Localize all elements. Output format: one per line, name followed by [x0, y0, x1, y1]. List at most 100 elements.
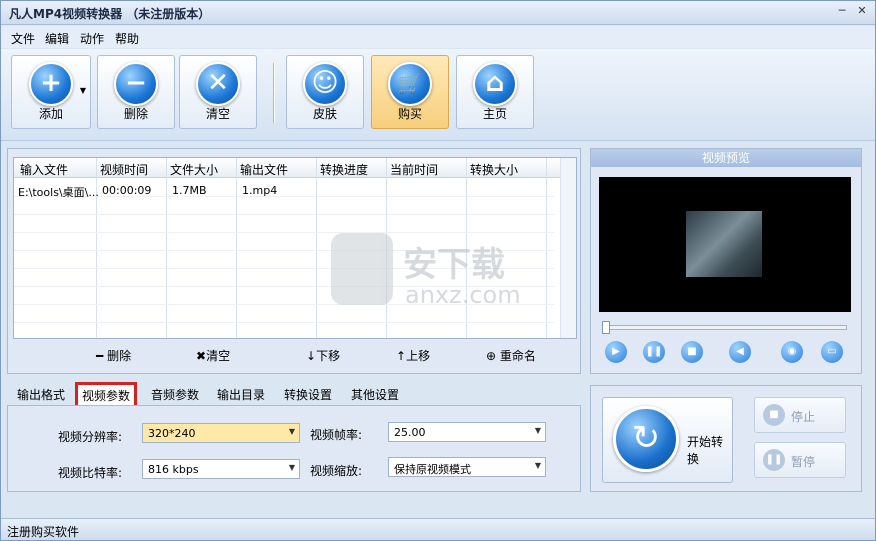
title-bar: 凡人MP4视频转换器 （未注册版本） ─ ✕	[1, 1, 875, 25]
move-down-label: 下移	[316, 349, 341, 363]
stop-icon: ■	[763, 404, 785, 426]
start-convert-button[interactable]: ↻ 开始转换	[602, 397, 733, 483]
skin-label: 皮肤	[312, 107, 337, 121]
stop-button[interactable]: ■ 停止	[754, 397, 846, 433]
menu-file[interactable]: 文件	[11, 30, 35, 47]
pause-icon[interactable]: ❚❚	[643, 341, 665, 363]
row-file-size: 1.7MB	[172, 184, 207, 197]
cart-icon: 🛒	[388, 62, 432, 106]
resolution-select[interactable]: 320*240 ▼	[142, 423, 300, 443]
col-current-time[interactable]: 当前时间	[390, 161, 438, 178]
delete-button[interactable]: − 删除	[97, 55, 175, 129]
home-icon: ⌂	[473, 62, 517, 106]
col-convert-size[interactable]: 转换大小	[470, 161, 518, 178]
scale-value: 保持原视频模式	[394, 463, 471, 476]
add-button[interactable]: + 添加 ▼	[11, 55, 91, 129]
watermark-logo-icon	[331, 233, 393, 305]
chevron-down-icon: ▼	[288, 427, 295, 436]
x-icon: ✕	[196, 62, 240, 106]
row-duration: 00:00:09	[102, 184, 152, 197]
preview-screen	[599, 177, 851, 312]
row-input-file: E:\tools\桌面\...	[18, 186, 99, 199]
move-up-label: 上移	[406, 349, 431, 363]
menu-help[interactable]: 帮助	[115, 30, 139, 47]
watermark: 安下载 anxz.com	[331, 233, 551, 313]
menu-action[interactable]: 动作	[80, 30, 104, 47]
start-convert-label: 开始转换	[687, 435, 724, 466]
scrollbar[interactable]	[560, 158, 576, 338]
list-remove-button[interactable]: ━ 删除	[96, 347, 131, 364]
chevron-down-icon: ▼	[534, 426, 541, 435]
home-button[interactable]: ⌂ 主页	[456, 55, 534, 129]
status-bar: 注册购买软件	[1, 518, 875, 540]
watermark-text: 安下载	[403, 245, 505, 285]
tab-audio-params[interactable]: 音频参数	[151, 386, 199, 403]
preview-title: 视频预览	[591, 149, 861, 167]
close-button[interactable]: ✕	[853, 4, 871, 20]
settings-tabs: 输出格式 视频参数 音频参数 输出目录 转换设置 其他设置	[7, 381, 581, 409]
status-text[interactable]: 注册购买软件	[7, 523, 79, 540]
bitrate-select[interactable]: 816 kbps ▼	[142, 459, 300, 479]
video-params-panel: 视频分辨率: 320*240 ▼ 视频帧率: 25.00 ▼ 视频比特率: 81…	[7, 405, 581, 492]
snapshot-icon[interactable]: ◉	[781, 341, 803, 363]
arrow-down-icon: ↓	[306, 349, 317, 363]
bitrate-label: 视频比特率:	[58, 466, 123, 480]
convert-arrow-icon: ↻	[613, 406, 679, 472]
chevron-down-icon: ▼	[534, 461, 541, 470]
play-icon[interactable]: ▶	[605, 341, 627, 363]
file-list-header: 输入文件 视频时间 文件大小 输出文件 转换进度 当前时间 转换大小	[14, 158, 576, 178]
col-input-file[interactable]: 输入文件	[20, 161, 68, 178]
col-file-size[interactable]: 文件大小	[170, 161, 218, 178]
minimize-button[interactable]: ─	[833, 4, 851, 20]
home-label: 主页	[482, 107, 507, 121]
rename-button[interactable]: ⊕ 重命名	[486, 347, 536, 364]
folder-icon[interactable]: ▭	[821, 341, 843, 363]
watermark-url: anxz.com	[405, 281, 521, 309]
tab-other-settings[interactable]: 其他设置	[351, 386, 399, 403]
tab-output-dir[interactable]: 输出目录	[217, 386, 265, 403]
delete-label: 删除	[123, 107, 148, 121]
buy-button[interactable]: 🛒 购买	[371, 55, 449, 129]
rename-icon: ⊕	[486, 349, 497, 363]
col-output-file[interactable]: 输出文件	[240, 161, 288, 178]
rename-label: 重命名	[499, 349, 536, 363]
list-clear-label: 清空	[206, 349, 231, 363]
stop-icon[interactable]: ■	[681, 341, 703, 363]
minus-icon: −	[114, 62, 158, 106]
framerate-select[interactable]: 25.00 ▼	[388, 422, 546, 442]
menu-edit[interactable]: 编辑	[45, 30, 69, 47]
seek-handle[interactable]	[602, 321, 610, 334]
buy-label: 购买	[397, 107, 422, 121]
volume-icon[interactable]: ◀	[729, 341, 751, 363]
plus-icon: +	[29, 62, 73, 106]
framerate-value: 25.00	[394, 426, 426, 439]
move-down-button[interactable]: ↓下移	[306, 347, 340, 364]
tab-output-format[interactable]: 输出格式	[17, 386, 65, 403]
main-window: 凡人MP4视频转换器 （未注册版本） ─ ✕ 文件 编辑 动作 帮助 + 添加 …	[0, 0, 876, 541]
convert-panel: ↻ 开始转换 ■ 停止 ❚❚ 暂停	[590, 385, 862, 492]
resolution-value: 320*240	[148, 427, 196, 440]
pause-label: 暂停	[791, 455, 816, 469]
arrow-up-icon: ↑	[396, 349, 407, 363]
pause-button[interactable]: ❚❚ 暂停	[754, 442, 846, 478]
menu-bar: 文件 编辑 动作 帮助	[1, 26, 875, 48]
seek-slider[interactable]	[602, 321, 847, 334]
move-up-button[interactable]: ↑上移	[396, 347, 430, 364]
tab-convert-settings[interactable]: 转换设置	[284, 386, 332, 403]
list-clear-button[interactable]: ✖清空	[196, 347, 230, 364]
col-progress[interactable]: 转换进度	[320, 161, 368, 178]
video-frame	[686, 211, 762, 277]
clear-label: 清空	[205, 107, 230, 121]
add-label: 添加	[38, 107, 63, 121]
video-preview-panel: 视频预览 ▶ ❚❚ ■ ◀ ◉ ▭	[590, 148, 862, 374]
minus-icon: ━	[96, 349, 104, 363]
col-duration[interactable]: 视频时间	[100, 161, 148, 178]
framerate-label: 视频帧率:	[310, 428, 363, 442]
toolbar: + 添加 ▼ − 删除 ✕ 清空 ☺ 皮肤 🛒 购买 ⌂ 主页	[1, 49, 875, 141]
smiley-icon: ☺	[303, 62, 347, 106]
skin-button[interactable]: ☺ 皮肤	[286, 55, 364, 129]
scale-select[interactable]: 保持原视频模式 ▼	[388, 457, 546, 477]
clear-button[interactable]: ✕ 清空	[179, 55, 257, 129]
window-title: 凡人MP4视频转换器 （未注册版本）	[9, 7, 211, 21]
dropdown-arrow-icon[interactable]: ▼	[80, 86, 86, 95]
